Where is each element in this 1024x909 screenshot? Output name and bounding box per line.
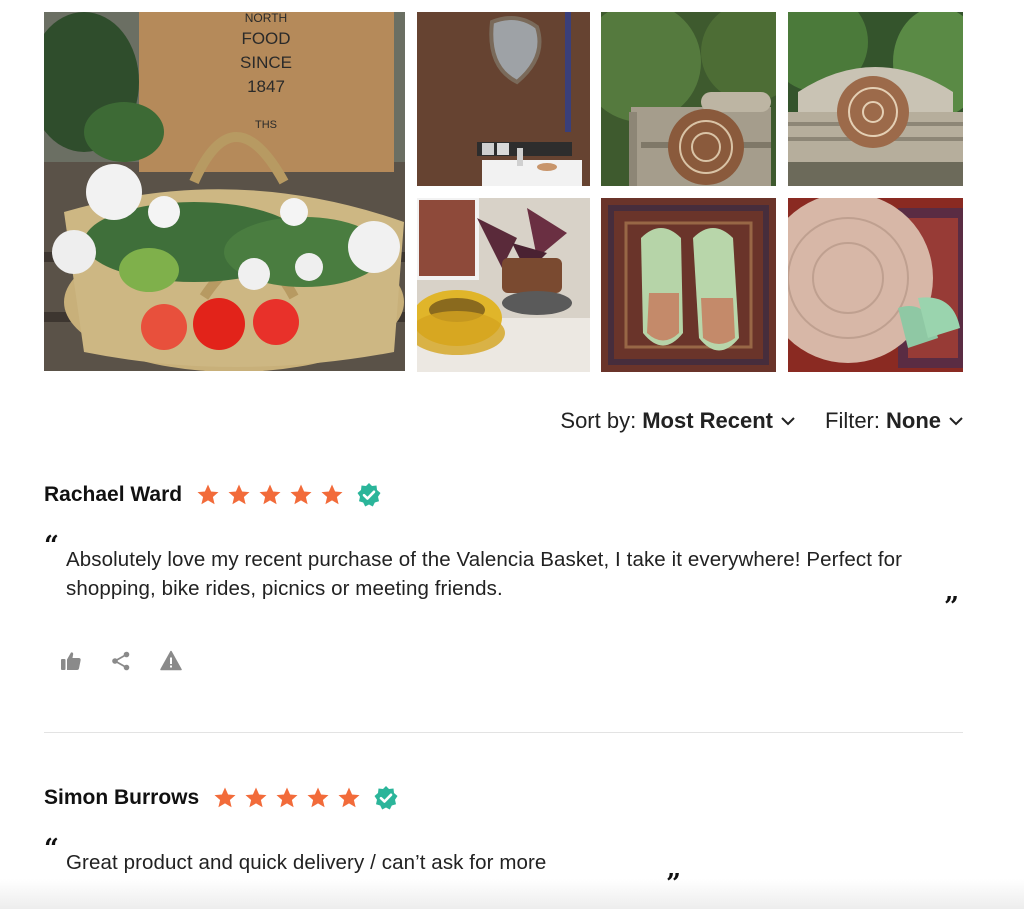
review-text: Great product and quick delivery / can’t…	[66, 851, 547, 874]
review-card: Rachael Ward “ Absolutely love my recent…	[44, 478, 963, 671]
sign-text: THS	[255, 119, 277, 131]
sign-text: 1847	[247, 77, 285, 96]
gallery-image-slippers[interactable]	[601, 198, 776, 372]
review-card: Simon Burrows “ Great product and quick …	[44, 781, 963, 897]
close-quote-icon: ”	[944, 592, 959, 622]
filter-dropdown[interactable]: Filter: None	[825, 408, 963, 434]
verified-badge-icon	[374, 786, 398, 810]
gallery-image-basket[interactable]: FOOD SINCE 1847 NORTH THS	[44, 12, 405, 371]
sort-value: Most Recent	[642, 408, 773, 433]
star-rating	[196, 483, 344, 507]
star-icon	[197, 484, 219, 505]
reviewer-name: Simon Burrows	[44, 786, 200, 809]
star-icon	[228, 484, 250, 505]
gallery-image-sink[interactable]	[417, 12, 590, 186]
review-controls: Sort by: Most Recent Filter: None	[560, 408, 963, 434]
share-icon[interactable]	[110, 650, 132, 672]
star-rating	[213, 786, 361, 810]
chevron-down-icon	[781, 416, 795, 425]
review-actions	[60, 650, 182, 672]
sign-text: FOOD	[241, 29, 290, 48]
star-icon	[214, 787, 236, 808]
bottom-fade	[0, 879, 1024, 909]
star-icon	[290, 484, 312, 505]
star-icon	[276, 787, 298, 808]
review-photo-gallery: FOOD SINCE 1847 NORTH THS	[44, 12, 963, 372]
gallery-image-plant-raffia[interactable]	[417, 198, 590, 372]
sign-text: SINCE	[240, 53, 292, 72]
star-icon	[307, 787, 329, 808]
gallery-image-pouf-bench-front[interactable]	[788, 12, 963, 186]
open-quote-icon: “	[44, 531, 59, 561]
reviewer-name: Rachael Ward	[44, 483, 183, 506]
report-warning-icon[interactable]	[160, 650, 182, 672]
review-text: Absolutely love my recent purchase of th…	[66, 548, 903, 600]
gallery-image-pouf-rug[interactable]	[788, 198, 963, 372]
star-icon	[245, 787, 267, 808]
review-divider	[44, 732, 963, 733]
filter-label: Filter:	[825, 408, 880, 433]
sort-label: Sort by:	[560, 408, 637, 433]
star-icon	[321, 484, 343, 505]
filter-value: None	[886, 408, 941, 433]
thumbs-up-icon[interactable]	[60, 650, 82, 672]
star-icon	[259, 484, 281, 505]
open-quote-icon: “	[44, 834, 59, 864]
verified-badge-icon	[357, 483, 381, 507]
gallery-image-pouf-bench-garden[interactable]	[601, 12, 776, 186]
sign-text: NORTH	[245, 12, 287, 25]
sort-dropdown[interactable]: Sort by: Most Recent	[560, 408, 795, 434]
star-icon	[338, 787, 360, 808]
chevron-down-icon	[949, 416, 963, 425]
